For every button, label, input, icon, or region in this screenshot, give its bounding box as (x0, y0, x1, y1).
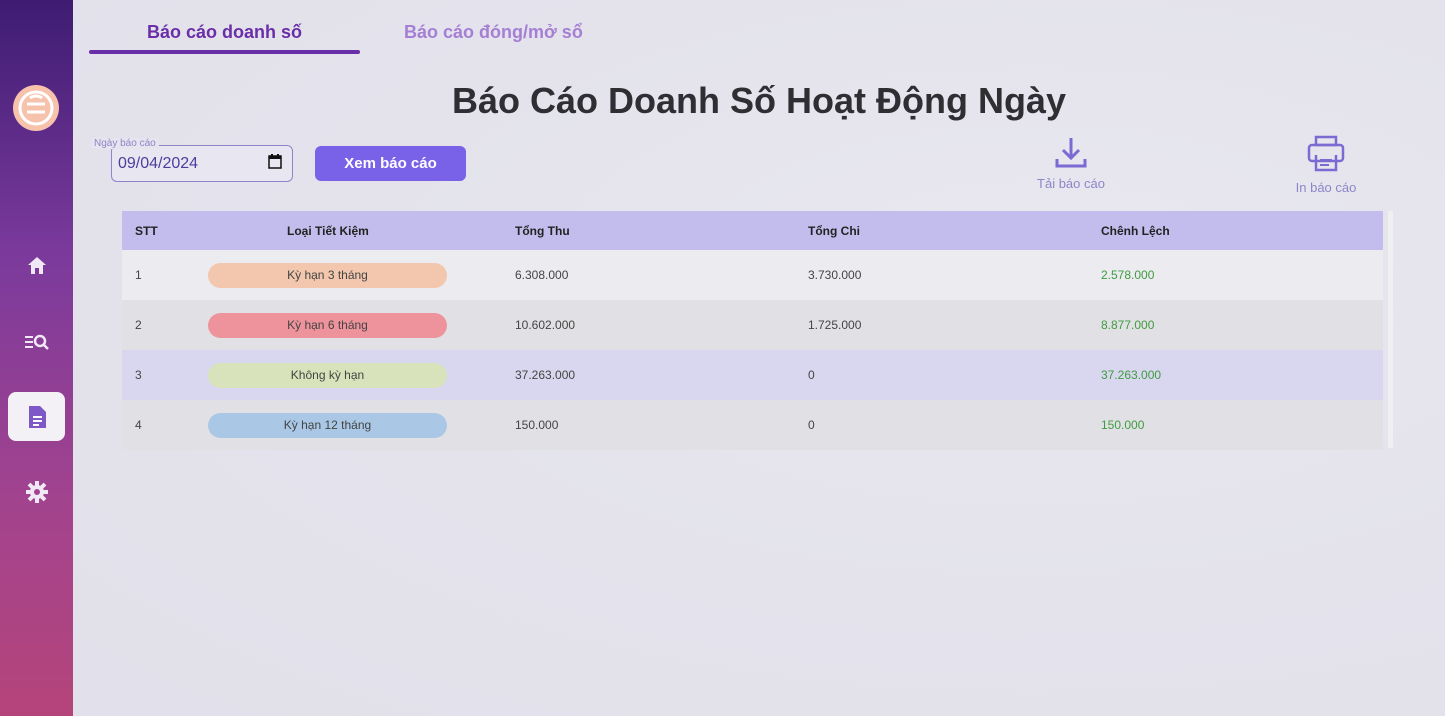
search-list-icon (24, 334, 49, 350)
app-logo (13, 85, 59, 131)
row-total-income: 150.000 (515, 418, 559, 432)
header-total-expense: Tổng Chi (808, 223, 860, 238)
table-row: 2 Kỳ hạn 6 tháng 10.602.000 1.725.000 8.… (122, 300, 1383, 350)
savings-type-badge: Kỳ hạn 6 tháng (208, 312, 447, 338)
document-icon (28, 405, 46, 428)
row-difference: 150.000 (1101, 418, 1145, 432)
row-total-income: 37.263.000 (515, 368, 576, 382)
printer-icon (1307, 135, 1345, 172)
row-total-income: 10.602.000 (515, 318, 576, 332)
row-stt: 2 (135, 318, 142, 332)
table-header: STT Loại Tiết Kiệm Tổng Thu Tổng Chi Chê… (122, 211, 1383, 250)
tab-open-close-report[interactable]: Báo cáo đóng/mở sổ (404, 22, 583, 43)
gear-icon (25, 480, 48, 503)
row-total-expense: 3.730.000 (808, 268, 862, 282)
row-total-expense: 0 (808, 418, 815, 432)
print-report-button[interactable]: In báo cáo (1276, 135, 1376, 195)
table-scrollbar[interactable] (1388, 211, 1393, 448)
savings-type-badge: Kỳ hạn 12 tháng (208, 412, 447, 438)
report-date-value[interactable]: 09/04/2024 (118, 155, 198, 173)
row-total-expense: 0 (808, 368, 815, 382)
home-icon (27, 256, 46, 274)
row-stt: 4 (135, 418, 142, 432)
tab-active-indicator (89, 50, 360, 54)
header-savings-type: Loại Tiết Kiệm (287, 223, 369, 238)
table-row: 1 Kỳ hạn 3 tháng 6.308.000 3.730.000 2.5… (122, 250, 1383, 300)
report-date-label: Ngày báo cáo (91, 138, 159, 149)
row-stt: 3 (135, 368, 142, 382)
header-stt: STT (135, 223, 158, 238)
row-total-expense: 1.725.000 (808, 318, 862, 332)
table-row: 3 Không kỳ hạn 37.263.000 0 37.263.000 (122, 350, 1383, 400)
main-content: Báo cáo doanh số Báo cáo đóng/mở sổ Báo … (73, 0, 1445, 716)
row-total-income: 6.308.000 (515, 268, 569, 282)
savings-type-badge: Kỳ hạn 3 tháng (208, 262, 447, 288)
header-total-income: Tổng Thu (515, 223, 570, 238)
sales-report-table: STT Loại Tiết Kiệm Tổng Thu Tổng Chi Chê… (122, 211, 1389, 450)
download-report-label: Tải báo cáo (1037, 176, 1105, 191)
sidebar-item-home[interactable] (8, 241, 65, 290)
sidebar-item-search[interactable] (8, 317, 65, 366)
row-stt: 1 (135, 268, 142, 282)
calendar-icon[interactable] (268, 154, 282, 173)
view-report-button[interactable]: Xem báo cáo (315, 146, 466, 181)
download-icon (1055, 138, 1087, 168)
print-report-label: In báo cáo (1295, 180, 1357, 195)
row-difference: 2.578.000 (1101, 268, 1155, 282)
savings-type-badge: Không kỳ hạn (208, 362, 447, 388)
header-difference: Chênh Lệch (1101, 223, 1170, 238)
download-report-button[interactable]: Tải báo cáo (1021, 135, 1121, 191)
sidebar (0, 0, 73, 716)
sidebar-item-settings[interactable] (8, 467, 65, 516)
row-difference: 37.263.000 (1101, 368, 1162, 382)
sidebar-item-reports[interactable] (8, 392, 65, 441)
row-difference: 8.877.000 (1101, 318, 1155, 332)
tab-sales-report[interactable]: Báo cáo doanh số (147, 22, 302, 43)
page-title: Báo Cáo Doanh Số Hoạt Động Ngày (451, 80, 1067, 121)
table-row: 4 Kỳ hạn 12 tháng 150.000 0 150.000 (122, 400, 1383, 450)
